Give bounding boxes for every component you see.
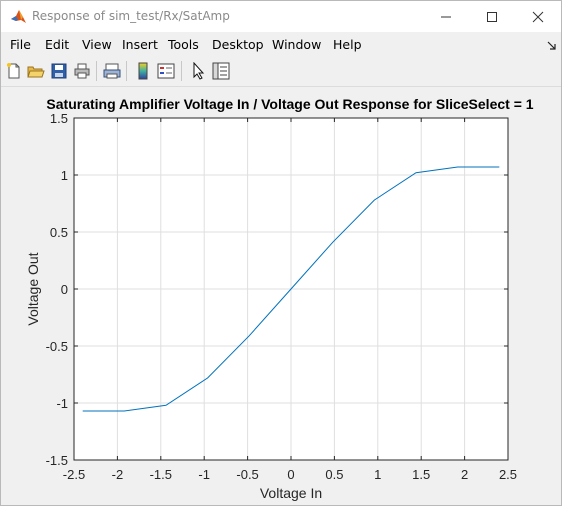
- y-tick-label: -1: [56, 396, 68, 411]
- close-icon: [532, 11, 544, 23]
- title-bar[interactable]: Response of sim_test/Rx/SatAmp: [1, 1, 561, 32]
- menu-tools[interactable]: Tools: [168, 37, 199, 52]
- menu-window[interactable]: Window: [272, 37, 321, 52]
- menu-insert[interactable]: Insert: [122, 37, 158, 52]
- y-tick-label: -0.5: [46, 339, 68, 354]
- minimize-icon: [441, 16, 451, 18]
- y-tick-label: -1.5: [46, 453, 68, 468]
- menu-help[interactable]: Help: [333, 37, 362, 52]
- plot-area: Saturating Amplifier Voltage In / Voltag…: [25, 96, 534, 501]
- y-tick-label: 0.5: [50, 225, 68, 240]
- chart-title: Saturating Amplifier Voltage In / Voltag…: [46, 96, 533, 112]
- menu-view[interactable]: View: [82, 37, 112, 52]
- x-axis-label: Voltage In: [260, 485, 322, 501]
- x-tick-label: 1: [374, 467, 381, 482]
- menu-desktop[interactable]: Desktop: [212, 37, 264, 52]
- x-tick-label: 0.5: [325, 467, 343, 482]
- y-tick-label: 1: [61, 168, 68, 183]
- colorbar-icon[interactable]: [132, 60, 154, 82]
- open-file-icon[interactable]: [25, 60, 47, 82]
- x-tick-label: 2: [461, 467, 468, 482]
- window-title: Response of sim_test/Rx/SatAmp: [32, 9, 230, 23]
- y-tick-label: 0: [61, 282, 68, 297]
- x-tick-label: -1.5: [150, 467, 172, 482]
- x-tick-label: -1: [198, 467, 210, 482]
- property-inspector-icon[interactable]: [210, 60, 232, 82]
- x-tick-label: 1.5: [412, 467, 430, 482]
- x-tick-label: 0: [287, 467, 294, 482]
- y-axis-label: Voltage Out: [25, 252, 41, 325]
- menu-bar: File Edit View Insert Tools Desktop Wind…: [1, 32, 561, 56]
- toolbar-separator: [126, 61, 127, 81]
- print-preview-icon[interactable]: [101, 60, 123, 82]
- figure-toolbar: [1, 56, 561, 87]
- toolbar-separator: [96, 61, 97, 81]
- minimize-button[interactable]: [423, 1, 469, 32]
- save-icon[interactable]: [48, 60, 70, 82]
- close-button[interactable]: [515, 1, 561, 32]
- x-tick-label: -0.5: [236, 467, 258, 482]
- x-tick-label: -2: [112, 467, 124, 482]
- edit-plot-pointer-icon[interactable]: [187, 60, 209, 82]
- print-icon[interactable]: [71, 60, 93, 82]
- maximize-icon: [487, 12, 497, 22]
- legend-icon[interactable]: [155, 60, 177, 82]
- toolbar-separator: [181, 61, 182, 81]
- new-figure-icon[interactable]: [3, 60, 25, 82]
- x-tick-label: -2.5: [63, 467, 85, 482]
- dock-arrow-icon[interactable]: [547, 38, 557, 56]
- maximize-button[interactable]: [469, 1, 515, 32]
- menu-edit[interactable]: Edit: [45, 37, 69, 52]
- matlab-logo-icon: [10, 8, 27, 25]
- x-tick-label: 2.5: [499, 467, 517, 482]
- y-tick-label: 1.5: [50, 111, 68, 126]
- menu-file[interactable]: File: [10, 37, 31, 52]
